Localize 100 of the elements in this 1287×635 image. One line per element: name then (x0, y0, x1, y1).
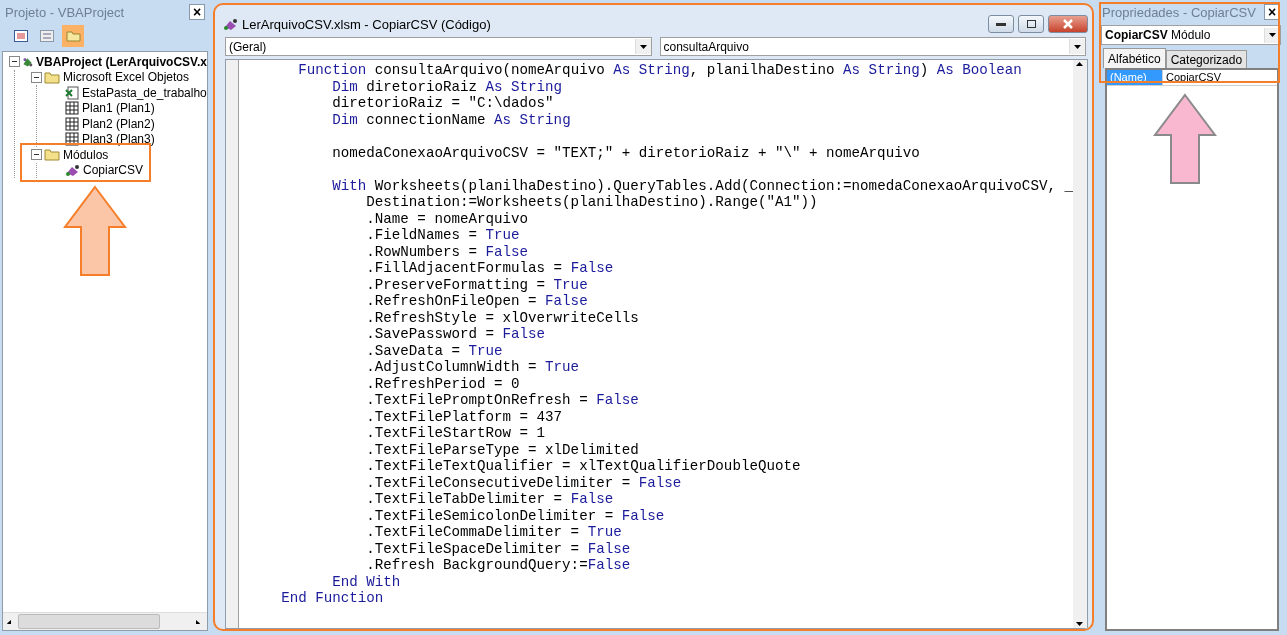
code-text: Worksheets(planilhaDestino).QueryTables.Add(Connection:=nomedaConexaoArquivoCSV, _ (373, 177, 1073, 194)
code-text: .SavePassword = (365, 326, 495, 342)
code-keyword: As String (843, 62, 920, 78)
code-text: .TextFileParseType = xlDelimited (365, 441, 639, 458)
code-keyword: False (570, 260, 614, 276)
caret-icon (196, 619, 203, 624)
code-text: .FieldNames = (365, 227, 478, 243)
tree-item[interactable]: Módulos (63, 147, 109, 162)
code-text: consultaArquivo(nomeArquivo (373, 62, 606, 78)
code-text: .Name = nomeArquivo (365, 210, 529, 227)
code-text: .TextFileStartRow = 1 (365, 425, 546, 441)
code-keyword: Function (297, 62, 367, 78)
tab[interactable]: Categorizado (1165, 50, 1248, 68)
minimize-button[interactable] (988, 15, 1014, 33)
tree-item[interactable]: VBAProject (LerArquivoCSV.x (36, 54, 207, 69)
panel-title: Propriedades - CopiarCSV (1102, 4, 1256, 20)
code-keyword: End With (331, 573, 401, 590)
code-keyword: As String (613, 62, 690, 78)
code-text: .TextFileCommaDelimiter = (365, 524, 581, 540)
close-button[interactable]: × (189, 4, 205, 20)
code-text: .TextFileSemicolonDelimiter = (365, 507, 615, 524)
horizontal-scrollbar[interactable] (3, 612, 207, 630)
sheet-icon (65, 116, 79, 131)
collapse-toggle[interactable] (31, 149, 42, 161)
code-keyword: False (485, 243, 529, 260)
sheet-icon (65, 101, 79, 116)
caret-icon (1269, 33, 1276, 37)
code-text: Destination:=Worksheets(planilhaDestino).Range("A1")) (365, 194, 818, 210)
up-arrow-icon (1153, 93, 1217, 185)
code-text: .PreserveFormatting = (365, 276, 547, 293)
code-keyword: As String (485, 78, 563, 95)
up-arrow-icon (63, 185, 127, 277)
object-dropdown[interactable]: (Geral) (225, 37, 652, 56)
collapse-toggle[interactable] (31, 71, 42, 83)
collapse-toggle[interactable] (9, 56, 20, 68)
code-text: connectionName (365, 111, 487, 128)
code-keyword: True (468, 342, 503, 359)
code-text: , planilhaDestino (689, 62, 836, 78)
code-text: .TextFileConsecutiveDelimiter = (365, 474, 632, 491)
code-text: .Refresh BackgroundQuery:= (365, 557, 588, 573)
code-text: .TextFileTabDelimiter = (365, 491, 564, 507)
code-keyword: Dim (331, 78, 358, 95)
folder-icon (65, 30, 81, 42)
tab[interactable]: Alfabético (1103, 48, 1166, 68)
tree-item[interactable]: Microsoft Excel Objetos (63, 70, 190, 85)
code-keyword: With (331, 177, 367, 194)
folder-icon (44, 70, 60, 84)
code-text: .TextFilePromptOnRefresh = (365, 392, 589, 408)
form-view-icon (40, 30, 54, 42)
code-text: diretorioRaiz = "C:\dados" (331, 95, 554, 111)
code-text: .TextFileTextQualifier = xlTextQualifierDoubleQuote (365, 458, 801, 474)
code-text: .AdjustColumnWidth = (365, 359, 538, 375)
code-keyword: False (621, 507, 665, 524)
code-keyword: As String (494, 111, 571, 128)
caret-icon (1074, 44, 1081, 49)
code-text: ) (919, 62, 930, 78)
code-text: .FillAdjacentFormulas = (365, 260, 564, 276)
close-button[interactable] (1048, 15, 1088, 33)
caret-icon (1076, 62, 1084, 66)
code-keyword: False (638, 474, 682, 491)
code-text: .TextFilePlatform = 437 (365, 408, 563, 425)
panel-title: Projeto - VBAProject (5, 4, 125, 20)
code-text: .RowNumbers = (365, 243, 478, 260)
code-keyword: True (545, 359, 580, 375)
minimize-icon (996, 22, 1006, 26)
caret-icon (639, 44, 647, 49)
folder-icon (44, 148, 60, 162)
code-keyword: True (587, 524, 622, 540)
restore-button[interactable] (1018, 15, 1044, 33)
code-keyword: False (587, 557, 631, 573)
procedure-dropdown[interactable]: consultaArquivo (659, 37, 1086, 56)
code-keyword: False (570, 491, 614, 507)
code-keyword: False (545, 293, 588, 309)
code-keyword: True (553, 276, 588, 293)
restore-icon (1026, 20, 1036, 28)
tree-item[interactable]: Plan2 (Plan2) (82, 116, 155, 131)
code-keyword: End Function (280, 590, 384, 606)
object-selector[interactable]: CopiarCSV Módulo (1101, 25, 1281, 45)
tree-item[interactable]: EstaPasta_de_trabalho (82, 85, 207, 100)
window-title: LerArquivoCSV.xlsm - CopiarCSV (Código) (242, 16, 492, 32)
tree-item[interactable]: Plan1 (Plan1) (82, 101, 155, 116)
code-keyword: False (502, 326, 546, 342)
code-text: .RefreshOnFileOpen = (365, 293, 538, 309)
code-text: .RefreshStyle = xlOverwriteCells (365, 309, 639, 326)
code-keyword: False (587, 540, 631, 557)
module-icon (65, 163, 80, 177)
caret-icon (7, 619, 14, 624)
code-keyword: False (596, 392, 639, 408)
code-text: diretorioRaiz (365, 78, 478, 95)
code-keyword: Dim (331, 111, 358, 128)
code-text: .TextFileSpaceDelimiter = (365, 540, 581, 557)
code-text: nomedaConexaoArquivoCSV = "TEXT;" + diretorioRaiz + "\" + nomeArquivo (331, 144, 920, 161)
tree-item[interactable]: CopiarCSV (83, 163, 144, 178)
vertical-scrollbar[interactable] (1072, 60, 1087, 628)
code-keyword: As Boolean (936, 62, 1022, 78)
module-icon (223, 17, 238, 31)
code-view-icon (14, 30, 28, 42)
property-value[interactable]: CopiarCSV (1162, 70, 1277, 85)
tree-item[interactable]: Plan3 (Plan3) (82, 132, 155, 147)
workbook-icon (65, 85, 79, 100)
